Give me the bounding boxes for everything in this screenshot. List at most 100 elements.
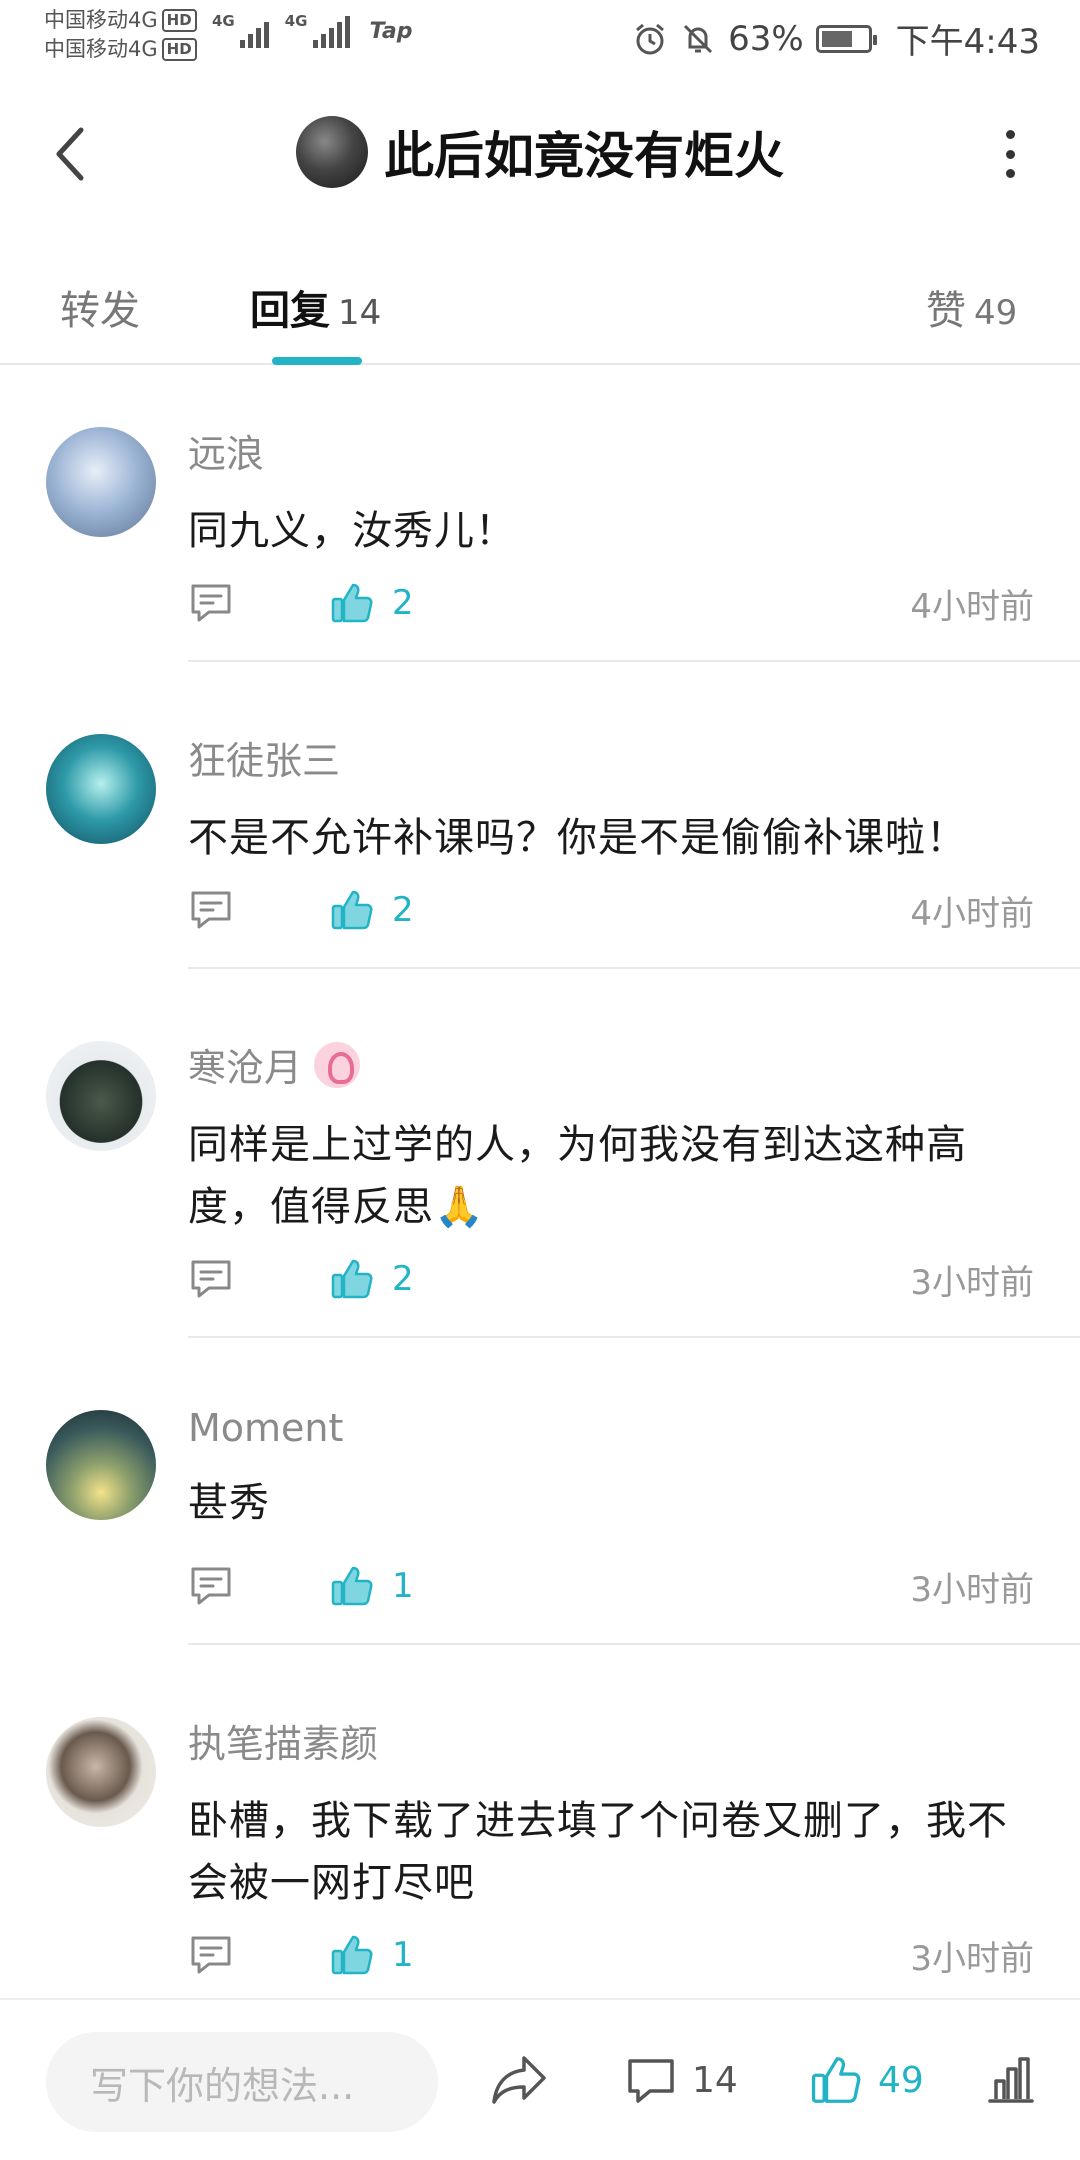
header: 此后如竟没有炬火 <box>0 80 1080 230</box>
hd-badge-1: HD <box>161 9 197 32</box>
comment-text: 同九义，汝秀儿！ <box>188 508 516 554</box>
comment-text: 卧槽，我下载了进去填了个问卷又删了，我不会被一网打尽吧 <box>188 1798 1008 1906</box>
signal-1-icon: 4G <box>212 14 269 48</box>
comment-actions: 1 3小时前 <box>188 1558 1034 1614</box>
signal-2-icon: 4G <box>285 14 350 48</box>
like-button[interactable]: 2 <box>330 1257 414 1301</box>
comment-icon <box>191 584 231 622</box>
thumbs-up-icon <box>331 583 373 623</box>
comment-item: Moment 甚秀 1 3小时前 <box>0 1350 1080 1657</box>
comment-icon <box>191 1567 231 1605</box>
comment-input[interactable]: 写下你的想法... <box>46 2032 438 2132</box>
more-button[interactable] <box>1000 130 1020 178</box>
divider <box>188 1643 1080 1645</box>
hd-badge-2: HD <box>161 38 197 61</box>
title-group: 此后如竟没有炬火 <box>0 116 1080 188</box>
tap-indicator: Tap <box>369 18 413 44</box>
comment-item: 寒沧月 同样是上过学的人，为何我没有到达这种高度，值得反思🙏 2 3小时前 <box>0 981 1080 1350</box>
avatar[interactable] <box>46 1717 156 1827</box>
comment-list: 远浪 同九义，汝秀儿！ 2 4小时前 狂徒张三 不是不允许补课吗？你是不是偷偷补… <box>0 367 1080 1997</box>
like-button[interactable]: 1 <box>330 1933 414 1977</box>
divider <box>188 1336 1080 1338</box>
signal-indicators: 4G 4G Tap <box>212 14 413 48</box>
comment-icon <box>191 891 231 929</box>
tab-bar: 转发 回复 14 赞 49 <box>0 230 1080 365</box>
bottom-like-button[interactable]: 49 <box>810 2030 924 2130</box>
commenter-name[interactable]: 执笔描素颜 <box>188 1713 378 1768</box>
commenter-name[interactable]: 寒沧月 <box>188 1037 302 1092</box>
comment-actions: 2 3小时前 <box>188 1251 1034 1307</box>
comment-text: 不是不允许补课吗？你是不是偷偷补课啦！ <box>188 815 967 861</box>
avatar[interactable] <box>46 427 156 537</box>
thumbs-up-icon <box>331 1935 373 1975</box>
avatar[interactable] <box>46 1410 156 1520</box>
comment-time: 3小时前 <box>910 1569 1034 1610</box>
like-button[interactable]: 2 <box>330 888 414 932</box>
tab-forward[interactable]: 转发 <box>60 278 140 336</box>
comment-text: 同样是上过学的人，为何我没有到达这种高度，值得反思🙏 <box>188 1122 967 1230</box>
like-button[interactable]: 2 <box>330 581 414 625</box>
comment-body: 狂徒张三 不是不允许补课吗？你是不是偷偷补课啦！ <box>188 730 1034 869</box>
stats-button[interactable] <box>986 2030 1036 2130</box>
status-right: 63% 下午4:43 <box>632 14 1040 63</box>
comment-icon <box>628 2059 674 2103</box>
comment-time: 4小时前 <box>910 893 1034 934</box>
carrier-1: 中国移动4G <box>44 8 158 32</box>
comment-item: 远浪 同九义，汝秀儿！ 2 4小时前 <box>0 367 1080 674</box>
bottom-like-count: 49 <box>878 2059 924 2101</box>
bottom-comment-count: 14 <box>692 2059 738 2101</box>
comment-body: 执笔描素颜 卧槽，我下载了进去填了个问卷又删了，我不会被一网打尽吧 <box>188 1713 1034 1914</box>
share-button[interactable] <box>490 2030 548 2130</box>
comment-actions: 1 3小时前 <box>188 1927 1034 1983</box>
reply-button[interactable] <box>188 1563 234 1609</box>
commenter-name[interactable]: Moment <box>188 1406 343 1450</box>
comment-item: 执笔描素颜 卧槽，我下载了进去填了个问卷又删了，我不会被一网打尽吧 1 3小时前 <box>0 1657 1080 1997</box>
more-icon <box>1005 130 1015 139</box>
thumbs-up-icon <box>811 2057 861 2103</box>
comment-like-count: 1 <box>392 1566 414 1606</box>
reply-button[interactable] <box>188 580 234 626</box>
comment-time: 4小时前 <box>910 586 1034 627</box>
comment-item: 狂徒张三 不是不允许补课吗？你是不是偷偷补课啦！ 2 4小时前 <box>0 674 1080 981</box>
comment-actions: 2 4小时前 <box>188 575 1034 631</box>
comment-time: 3小时前 <box>910 1938 1034 1979</box>
comment-like-count: 2 <box>392 583 414 623</box>
active-tab-indicator <box>272 357 362 365</box>
like-button[interactable]: 1 <box>330 1564 414 1608</box>
carrier-info: 中国移动4G HD 中国移动4G HD <box>44 6 197 64</box>
stats-icon <box>988 2057 1034 2103</box>
clock: 下午4:43 <box>895 22 1040 62</box>
tab-reply[interactable]: 回复 14 <box>250 278 381 336</box>
avatar[interactable] <box>46 1041 156 1151</box>
thumbs-up-icon <box>331 1259 373 1299</box>
thumbs-up-icon <box>331 890 373 930</box>
comment-body: 寒沧月 同样是上过学的人，为何我没有到达这种高度，值得反思🙏 <box>188 1037 1034 1238</box>
comment-icon <box>191 1936 231 1974</box>
alarm-icon <box>636 23 665 54</box>
commenter-name[interactable]: 狂徒张三 <box>188 730 340 785</box>
comment-actions: 2 4小时前 <box>188 882 1034 938</box>
reply-button[interactable] <box>188 1932 234 1978</box>
battery-percent: 63% <box>728 18 804 59</box>
reply-button[interactable] <box>188 1256 234 1302</box>
carrier-2: 中国移动4G <box>44 37 158 61</box>
tab-like[interactable]: 赞 49 <box>926 278 1017 336</box>
comment-icon <box>191 1260 231 1298</box>
divider <box>188 967 1080 969</box>
bottom-bar: 写下你的想法... 14 49 <box>0 1998 1080 2160</box>
share-icon <box>492 2056 546 2104</box>
comment-input-placeholder: 写下你的想法... <box>90 2063 355 2108</box>
mute-bell-icon <box>684 24 713 53</box>
battery-icon <box>815 24 877 53</box>
like-count: 49 <box>974 293 1018 333</box>
reply-button[interactable] <box>188 887 234 933</box>
post-author-avatar[interactable] <box>296 116 368 188</box>
comment-body: 远浪 同九义，汝秀儿！ <box>188 423 1034 562</box>
comment-text: 甚秀 <box>188 1480 270 1526</box>
avatar[interactable] <box>46 734 156 844</box>
page-title: 此后如竟没有炬火 <box>384 127 784 185</box>
thumbs-up-icon <box>331 1566 373 1606</box>
user-badge-icon <box>314 1041 361 1088</box>
commenter-name[interactable]: 远浪 <box>188 423 264 478</box>
comment-count-button[interactable]: 14 <box>626 2030 738 2130</box>
